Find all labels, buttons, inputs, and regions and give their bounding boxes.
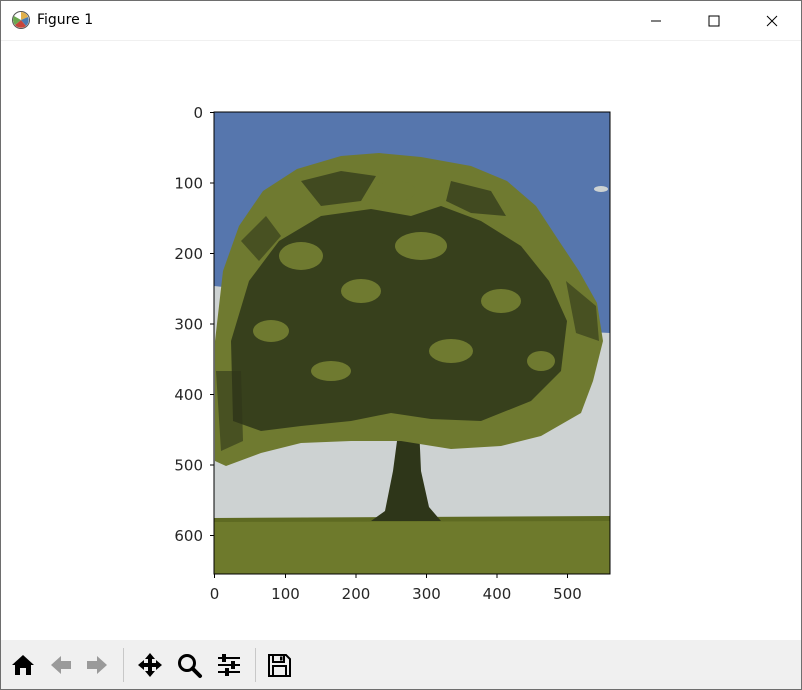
save-button[interactable] — [263, 646, 295, 684]
x-tick-label: 100 — [271, 585, 300, 603]
plot-area: 0 100 200 300 400 500 0 100 200 300 400 … — [174, 104, 611, 603]
pan-button[interactable] — [134, 646, 166, 684]
configure-subplots-button[interactable] — [213, 646, 245, 684]
floppy-disk-icon — [268, 654, 291, 677]
magnifier-icon — [178, 654, 202, 678]
toolbar-separator — [123, 648, 124, 682]
forward-arrow-icon — [87, 656, 107, 674]
tree-image — [214, 112, 610, 574]
y-tick-label: 300 — [174, 316, 203, 334]
y-tick-label: 600 — [174, 527, 203, 545]
figure-canvas[interactable]: 0 100 200 300 400 500 0 100 200 300 400 … — [1, 41, 801, 639]
y-tick-label: 200 — [174, 245, 203, 263]
window-title: Figure 1 — [37, 12, 94, 28]
minimize-icon — [651, 20, 661, 21]
figure-window: Figure 1 0 100 200 300 400 500 0 100 200… — [0, 0, 802, 690]
forward-button[interactable] — [81, 646, 113, 684]
x-axis: 0 100 200 300 400 500 — [210, 574, 582, 603]
matplotlib-figure-icon — [12, 11, 30, 29]
close-button[interactable] — [743, 1, 801, 40]
home-button[interactable] — [7, 646, 39, 684]
x-tick-label: 500 — [553, 585, 582, 603]
minimize-button[interactable] — [627, 1, 685, 40]
x-tick-label: 400 — [483, 585, 512, 603]
maximize-icon — [708, 15, 720, 26]
y-tick-label: 500 — [174, 457, 203, 475]
navigation-toolbar — [1, 640, 801, 689]
move-icon — [138, 653, 162, 677]
y-tick-label: 0 — [193, 104, 203, 122]
y-tick-label: 100 — [174, 175, 203, 193]
back-arrow-icon — [51, 656, 71, 674]
x-tick-label: 0 — [210, 585, 220, 603]
home-icon — [12, 655, 34, 675]
toolbar-separator — [255, 648, 256, 682]
x-tick-label: 200 — [342, 585, 371, 603]
maximize-button[interactable] — [685, 1, 743, 40]
sliders-icon — [218, 654, 240, 676]
close-icon — [766, 15, 778, 26]
x-tick-label: 300 — [412, 585, 441, 603]
title-bar[interactable]: Figure 1 — [1, 1, 801, 41]
back-button[interactable] — [45, 646, 77, 684]
zoom-button[interactable] — [173, 646, 205, 684]
y-tick-label: 400 — [174, 386, 203, 404]
y-axis: 0 100 200 300 400 500 600 — [174, 104, 214, 545]
